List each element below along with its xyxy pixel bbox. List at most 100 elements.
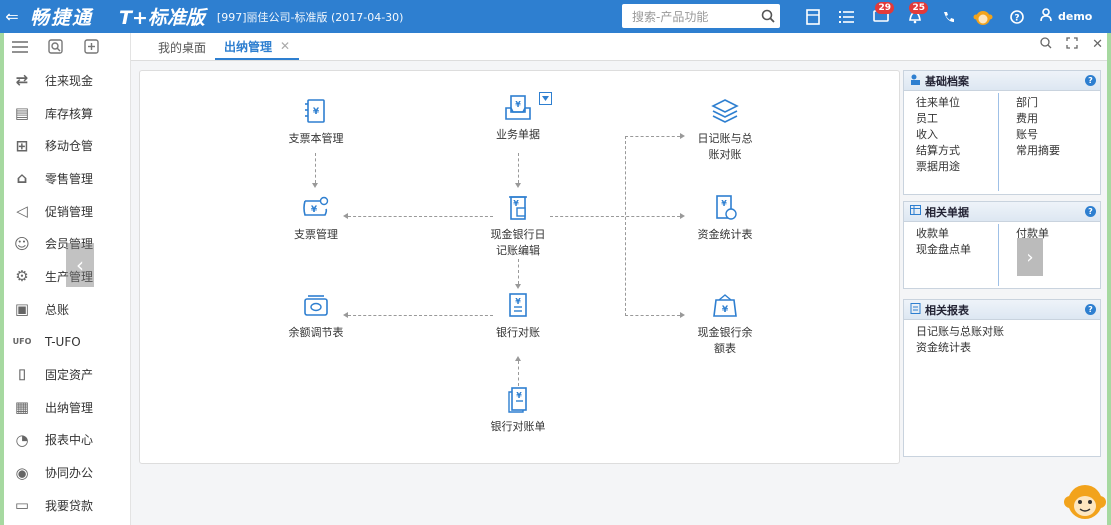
sidebar-item[interactable]: ⌂ 零售管理 [4, 162, 130, 195]
sidebar: ⇄ 往来现金 ▤ 库存核算 ⊞ 移动仓管 ⌂ 零售管理 ◁ 促销管理 ☺ 会员管理 ⚙ 生产管理 ▣ 总账 UF… [4, 33, 131, 525]
menu-icon[interactable] [12, 40, 28, 57]
back-arrow-icon[interactable]: ⇐ [0, 7, 24, 26]
sidebar-item[interactable]: UFO T-UFO [4, 326, 130, 359]
member-icon: ☺ [14, 234, 30, 253]
panel-basic-archive: 基础档案 ? 往来单位 员工 收入 结算方式 票据用途 部门 费用 账号 常用摘要 [903, 70, 1101, 195]
user-menu[interactable]: demo [1034, 0, 1092, 33]
cash-balance-icon: ¥ [710, 291, 740, 321]
sidebar-item[interactable]: ▭ 我要贷款 [4, 489, 130, 522]
panel-next-button[interactable]: › [1017, 238, 1043, 276]
svg-text:¥: ¥ [721, 199, 727, 208]
node-label: 现金银行日记账编辑 [490, 228, 546, 257]
doc-link[interactable]: 收款单 [916, 226, 971, 242]
node-cheque-book[interactable]: ¥ 支票本管理 [271, 97, 361, 146]
node-bank-statement[interactable]: ¥ 银行对账单 [473, 385, 563, 434]
node-bank-recon[interactable]: ¥ 银行对账 [473, 291, 563, 340]
archive-link[interactable]: 费用 [1016, 111, 1060, 127]
archive-link[interactable]: 常用摘要 [1016, 143, 1060, 159]
collaboration-icon: ◉ [15, 463, 29, 482]
archive-link[interactable]: 员工 [916, 111, 960, 127]
node-label: 支票本管理 [288, 132, 344, 145]
help-icon[interactable]: ? [1085, 75, 1096, 86]
main-area: 我的桌面 出纳管理 ✕ ✕ ¥ 支票本管理 ¥ 业务单据 日记账与总账对账 ¥ … [131, 33, 1107, 525]
sidebar-item[interactable]: ◁ 促销管理 [4, 195, 130, 228]
add-module-icon[interactable] [84, 39, 100, 58]
top-bar: ⇐ 畅捷通 T+标准版 [997]丽佳公司-标准版 (2017-04-30) 搜… [0, 0, 1111, 33]
search-icon[interactable] [758, 5, 780, 27]
brand-logo: 畅捷通 [30, 7, 94, 29]
monkey-mascot-icon[interactable] [1062, 478, 1108, 522]
sidebar-item[interactable]: ⊞ 移动仓管 [4, 129, 130, 162]
monkey-mascot-icon[interactable] [966, 0, 1000, 33]
sidebar-item[interactable]: ▣ 总账 [4, 293, 130, 326]
transfer-icon: ⇄ [15, 71, 29, 90]
node-cash-bank-balance[interactable]: ¥ 现金银行余额表 [680, 291, 770, 356]
phone-icon[interactable] [932, 0, 966, 33]
mobile-warehouse-icon: ⊞ [15, 136, 29, 155]
sidebar-item-label: 移动仓管 [45, 139, 94, 154]
close-icon[interactable]: ✕ [280, 39, 290, 53]
archive-link[interactable]: 部门 [1016, 95, 1060, 111]
help-icon[interactable]: ? [1085, 304, 1096, 315]
sidebar-item-label: 出纳管理 [45, 400, 94, 415]
ufo-icon: UFO [12, 337, 32, 347]
product-name: T+标准版 [119, 7, 205, 29]
sidebar-item[interactable]: ◉ 协同办公 [4, 456, 130, 489]
user-icon [1040, 8, 1052, 25]
panel-title: 相关报表 [925, 303, 969, 317]
sidebar-item[interactable]: ⇄ 往来现金 [4, 64, 130, 97]
bank-recon-icon: ¥ [503, 291, 533, 321]
dropdown-icon[interactable] [539, 92, 552, 105]
help-icon[interactable]: ? [1000, 0, 1034, 33]
archive-icon [910, 74, 921, 88]
table-icon [910, 205, 921, 218]
report-link[interactable]: 日记账与总账对账 [916, 324, 1004, 340]
svg-text:¥: ¥ [311, 205, 318, 215]
fullscreen-icon[interactable] [1066, 37, 1078, 53]
search-icon[interactable] [1040, 37, 1052, 53]
sidebar-item[interactable]: ▦ 出纳管理 [4, 391, 130, 424]
search-module-icon[interactable] [48, 39, 64, 58]
sidebar-item[interactable]: ⌷ 固定资产 [4, 358, 130, 391]
archive-link[interactable]: 账号 [1016, 127, 1060, 143]
sidebar-item[interactable]: ◔ 报表中心 [4, 424, 130, 457]
doc-link[interactable]: 现金盘点单 [916, 242, 971, 258]
sidebar-item-label: 零售管理 [45, 171, 94, 186]
task-list-icon[interactable] [830, 0, 864, 33]
help-icon[interactable]: ? [1085, 206, 1096, 217]
layers-icon [710, 97, 740, 127]
sidebar-item-label: 我要贷款 [45, 498, 94, 513]
svg-text:¥: ¥ [313, 107, 320, 117]
node-label: 银行对账单 [490, 420, 546, 433]
journal-edit-icon: ¥ [503, 193, 533, 223]
archive-link[interactable]: 收入 [916, 127, 960, 143]
search-input[interactable]: 搜索-产品功能 [632, 8, 758, 25]
panel-title: 基础档案 [925, 74, 969, 88]
bell-icon[interactable]: 25 [898, 0, 932, 33]
node-cheque-mgmt[interactable]: ¥ 支票管理 [271, 193, 361, 242]
panel-title: 相关单据 [925, 205, 969, 219]
node-cash-bank-journal[interactable]: ¥ 现金银行日记账编辑 [473, 193, 563, 258]
tab-desktop[interactable]: 我的桌面 [149, 34, 215, 60]
process-flow-diagram: ¥ 支票本管理 ¥ 业务单据 日记账与总账对账 ¥ 支票管理 ¥ 现金银行日记账… [139, 70, 900, 464]
report-link[interactable]: 资金统计表 [916, 340, 1004, 356]
archive-link[interactable]: 结算方式 [916, 143, 960, 159]
node-balance-adjust[interactable]: 余额调节表 [271, 291, 361, 340]
cheque-icon: ¥ [301, 193, 331, 223]
archive-link[interactable]: 往来单位 [916, 95, 960, 111]
sidebar-item-label: 总账 [45, 302, 70, 317]
sidebar-scroll-left-button[interactable]: ‹ [66, 243, 94, 287]
fund-stats-icon: ¥ [710, 193, 740, 223]
message-icon[interactable]: 29 [864, 0, 898, 33]
panel-header: 相关单据 ? [904, 202, 1100, 222]
close-all-icon[interactable]: ✕ [1092, 37, 1103, 53]
node-label: 业务单据 [496, 128, 540, 141]
node-journal-recon[interactable]: 日记账与总账对账 [680, 97, 770, 162]
svg-text:¥: ¥ [516, 391, 522, 400]
archive-link[interactable]: 票据用途 [916, 159, 960, 175]
node-fund-stats[interactable]: ¥ 资金统计表 [680, 193, 770, 242]
search-box[interactable]: 搜索-产品功能 [622, 4, 780, 28]
sidebar-item[interactable]: ▤ 库存核算 [4, 97, 130, 130]
tab-cashier[interactable]: 出纳管理 ✕ [215, 34, 300, 60]
calculator-icon[interactable] [796, 0, 830, 33]
